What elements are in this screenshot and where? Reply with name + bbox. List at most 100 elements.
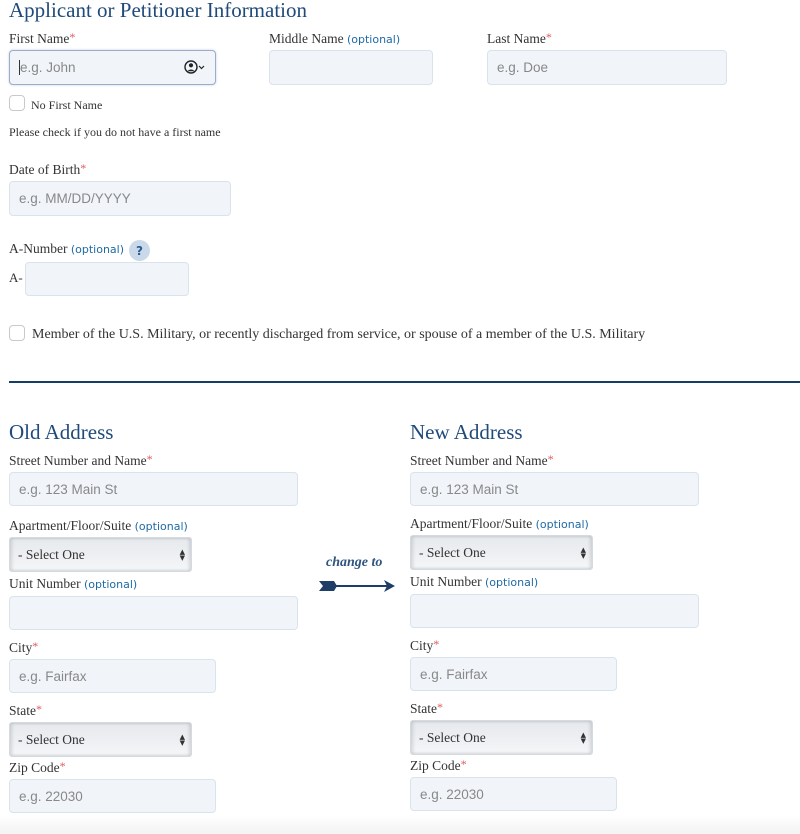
contact-autofill-icon[interactable]: [184, 59, 206, 75]
new-unit-label-text: Unit Number: [410, 574, 482, 589]
first-name-input[interactable]: e.g. John: [9, 50, 216, 85]
required-mark: *: [32, 639, 39, 653]
new-state-label-text: State: [410, 701, 437, 716]
new-city-input[interactable]: e.g. Fairfax: [410, 657, 617, 691]
old-unit-input[interactable]: [9, 596, 298, 630]
new-zip-label-text: Zip Code: [410, 758, 461, 773]
last-name-label: Last Name*: [487, 30, 552, 47]
military-label[interactable]: Member of the U.S. Military, or recently…: [32, 327, 645, 343]
new-address-heading: New Address: [410, 420, 523, 444]
middle-name-label-text: Middle Name: [269, 31, 344, 46]
old-unit-label-text: Unit Number: [9, 576, 81, 591]
new-apt-selected: - Select One: [419, 544, 486, 560]
old-city-label: City*: [9, 639, 39, 656]
optional-tag: (optional): [485, 576, 539, 589]
new-state-label: State*: [410, 700, 443, 717]
a-number-prefix: A-: [9, 270, 23, 285]
required-mark: *: [80, 161, 87, 175]
old-state-label-text: State: [9, 703, 36, 718]
last-name-placeholder: e.g. Doe: [497, 60, 549, 75]
new-zip-input[interactable]: e.g. 22030: [410, 777, 617, 811]
first-name-placeholder: e.g. John: [20, 60, 76, 75]
new-zip-label: Zip Code*: [410, 757, 467, 774]
old-zip-label-text: Zip Code: [9, 760, 60, 775]
new-apt-label-text: Apartment/Floor/Suite: [410, 516, 533, 531]
a-number-label: A-Number (optional): [9, 241, 124, 257]
old-apt-label-text: Apartment/Floor/Suite: [9, 518, 132, 533]
no-first-name-checkbox[interactable]: [9, 95, 25, 111]
optional-tag: (optional): [70, 243, 125, 256]
required-mark: *: [59, 759, 66, 773]
required-mark: *: [146, 452, 153, 466]
old-city-input[interactable]: e.g. Fairfax: [9, 659, 216, 693]
optional-tag: (optional): [535, 518, 589, 531]
new-zip-placeholder: e.g. 22030: [420, 786, 484, 802]
new-city-placeholder: e.g. Fairfax: [420, 666, 488, 682]
old-city-placeholder: e.g. Fairfax: [19, 668, 87, 684]
required-mark: *: [69, 30, 76, 44]
old-street-label: Street Number and Name*: [9, 452, 153, 469]
dob-input[interactable]: e.g. MM/DD/YYYY: [9, 181, 231, 216]
applicant-heading: Applicant or Petitioner Information: [9, 0, 308, 22]
last-name-label-text: Last Name: [487, 31, 546, 46]
new-street-input[interactable]: e.g. 123 Main St: [410, 472, 699, 506]
old-zip-label: Zip Code*: [9, 759, 66, 776]
change-to-label: change to: [326, 555, 383, 570]
last-name-input[interactable]: e.g. Doe: [487, 50, 727, 85]
required-mark: *: [460, 757, 467, 771]
new-unit-label: Unit Number (optional): [410, 574, 538, 590]
select-arrows-icon: ▲ ▼: [580, 730, 586, 745]
optional-tag: (optional): [346, 33, 401, 46]
no-first-name-label[interactable]: No First Name: [31, 98, 102, 113]
select-arrows-icon: ▲ ▼: [179, 547, 185, 562]
middle-name-label: Middle Name (optional): [269, 31, 400, 47]
a-number-input[interactable]: [25, 262, 189, 296]
new-state-selected: - Select One: [419, 729, 486, 745]
new-state-select[interactable]: - Select One ▲ ▼: [410, 720, 593, 755]
old-unit-label: Unit Number (optional): [9, 576, 137, 592]
old-street-input[interactable]: e.g. 123 Main St: [9, 472, 298, 506]
old-street-label-text: Street Number and Name: [9, 453, 147, 468]
new-street-label: Street Number and Name*: [410, 452, 554, 469]
old-address-heading: Old Address: [9, 420, 114, 444]
old-state-selected: - Select One: [18, 731, 85, 747]
required-mark: *: [36, 702, 42, 716]
first-name-label: First Name*: [9, 30, 76, 47]
old-apt-selected: - Select One: [18, 546, 85, 562]
first-name-label-text: First Name: [9, 31, 70, 46]
page-bottom-fade: [0, 815, 800, 834]
old-state-label: State*: [9, 702, 42, 719]
old-zip-placeholder: e.g. 22030: [19, 788, 83, 804]
military-checkbox[interactable]: [9, 325, 25, 341]
optional-tag: (optional): [84, 578, 138, 591]
old-apt-label: Apartment/Floor/Suite (optional): [9, 518, 188, 534]
required-mark: *: [547, 452, 554, 466]
help-icon[interactable]: ?: [129, 240, 150, 261]
new-apt-select[interactable]: - Select One ▲ ▼: [410, 535, 593, 570]
old-city-label-text: City: [9, 640, 33, 655]
no-first-name-hint: Please check if you do not have a first …: [9, 125, 221, 139]
new-street-label-text: Street Number and Name: [410, 453, 548, 468]
dob-label-text: Date of Birth: [9, 162, 81, 177]
new-street-placeholder: e.g. 123 Main St: [420, 481, 519, 497]
section-divider: [9, 381, 800, 383]
old-zip-input[interactable]: e.g. 22030: [9, 779, 216, 813]
dob-label: Date of Birth*: [9, 161, 87, 178]
required-mark: *: [437, 700, 443, 714]
a-number-label-text: A-Number: [9, 241, 68, 256]
new-unit-input[interactable]: [410, 594, 699, 628]
old-apt-select[interactable]: - Select One ▲ ▼: [9, 537, 192, 572]
arrow-right-icon: [318, 578, 398, 598]
required-mark: *: [545, 30, 552, 44]
old-state-select[interactable]: - Select One ▲ ▼: [9, 722, 192, 757]
select-arrows-icon: ▲ ▼: [179, 732, 185, 747]
select-arrows-icon: ▲ ▼: [580, 545, 586, 560]
new-apt-label: Apartment/Floor/Suite (optional): [410, 516, 589, 532]
old-street-placeholder: e.g. 123 Main St: [19, 481, 118, 497]
dob-placeholder: e.g. MM/DD/YYYY: [19, 191, 131, 206]
optional-tag: (optional): [134, 520, 188, 533]
required-mark: *: [433, 637, 440, 651]
new-city-label-text: City: [410, 638, 434, 653]
middle-name-input[interactable]: [269, 50, 433, 85]
new-city-label: City*: [410, 637, 440, 654]
